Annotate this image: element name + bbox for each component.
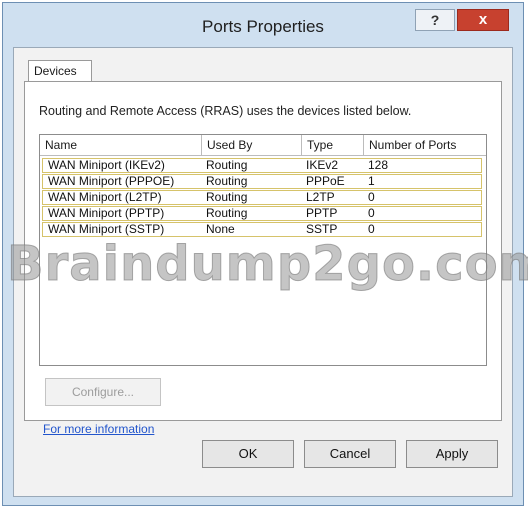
device-type: SSTP <box>306 222 338 236</box>
list-item[interactable]: WAN Miniport (SSTP) None SSTP 0 <box>42 222 482 237</box>
list-item[interactable]: WAN Miniport (PPTP) Routing PPTP 0 <box>42 206 482 221</box>
help-button[interactable]: ? <box>415 9 455 31</box>
column-header-ports[interactable]: Number of Ports <box>364 135 486 155</box>
device-ports: 128 <box>368 158 389 172</box>
device-ports: 0 <box>368 190 375 204</box>
configure-button[interactable]: Configure... <box>45 378 161 406</box>
column-header-used-by[interactable]: Used By <box>202 135 302 155</box>
list-header: Name Used By Type Number of Ports <box>40 135 486 156</box>
list-item[interactable]: WAN Miniport (L2TP) Routing L2TP 0 <box>42 190 482 205</box>
apply-button[interactable]: Apply <box>406 440 498 468</box>
device-type: PPTP <box>306 206 338 220</box>
device-name: WAN Miniport (IKEv2) <box>48 158 165 172</box>
title-bar[interactable]: Ports Properties ? x <box>3 3 523 47</box>
device-used-by: None <box>206 222 235 236</box>
column-header-type[interactable]: Type <box>302 135 364 155</box>
device-used-by: Routing <box>206 190 248 204</box>
device-name: WAN Miniport (PPPOE) <box>48 174 175 188</box>
cancel-button[interactable]: Cancel <box>304 440 396 468</box>
ok-button[interactable]: OK <box>202 440 294 468</box>
device-ports: 0 <box>368 222 375 236</box>
device-ports: 1 <box>368 174 375 188</box>
list-item[interactable]: WAN Miniport (PPPOE) Routing PPPoE 1 <box>42 174 482 189</box>
list-item[interactable]: WAN Miniport (IKEv2) Routing IKEv2 128 <box>42 158 482 173</box>
device-used-by: Routing <box>206 174 248 188</box>
device-type: PPPoE <box>306 174 345 188</box>
device-type: IKEv2 <box>306 158 339 172</box>
dialog-body: Devices Routing and Remote Access (RRAS)… <box>13 47 513 497</box>
device-name: WAN Miniport (SSTP) <box>48 222 165 236</box>
ports-properties-dialog: Ports Properties ? x Devices Routing and… <box>2 2 528 506</box>
devices-list[interactable]: Name Used By Type Number of Ports WAN Mi… <box>39 134 487 366</box>
device-ports: 0 <box>368 206 375 220</box>
device-name: WAN Miniport (L2TP) <box>48 190 162 204</box>
tab-devices[interactable]: Devices <box>28 60 92 82</box>
device-name: WAN Miniport (PPTP) <box>48 206 165 220</box>
description-text: Routing and Remote Access (RRAS) uses th… <box>39 104 412 118</box>
devices-tab-page: Routing and Remote Access (RRAS) uses th… <box>24 81 502 436</box>
device-used-by: Routing <box>206 206 248 220</box>
device-type: L2TP <box>306 190 335 204</box>
column-header-name[interactable]: Name <box>40 135 202 155</box>
device-used-by: Routing <box>206 158 248 172</box>
close-button[interactable]: x <box>457 9 509 31</box>
more-information-link[interactable]: For more information <box>43 422 154 436</box>
